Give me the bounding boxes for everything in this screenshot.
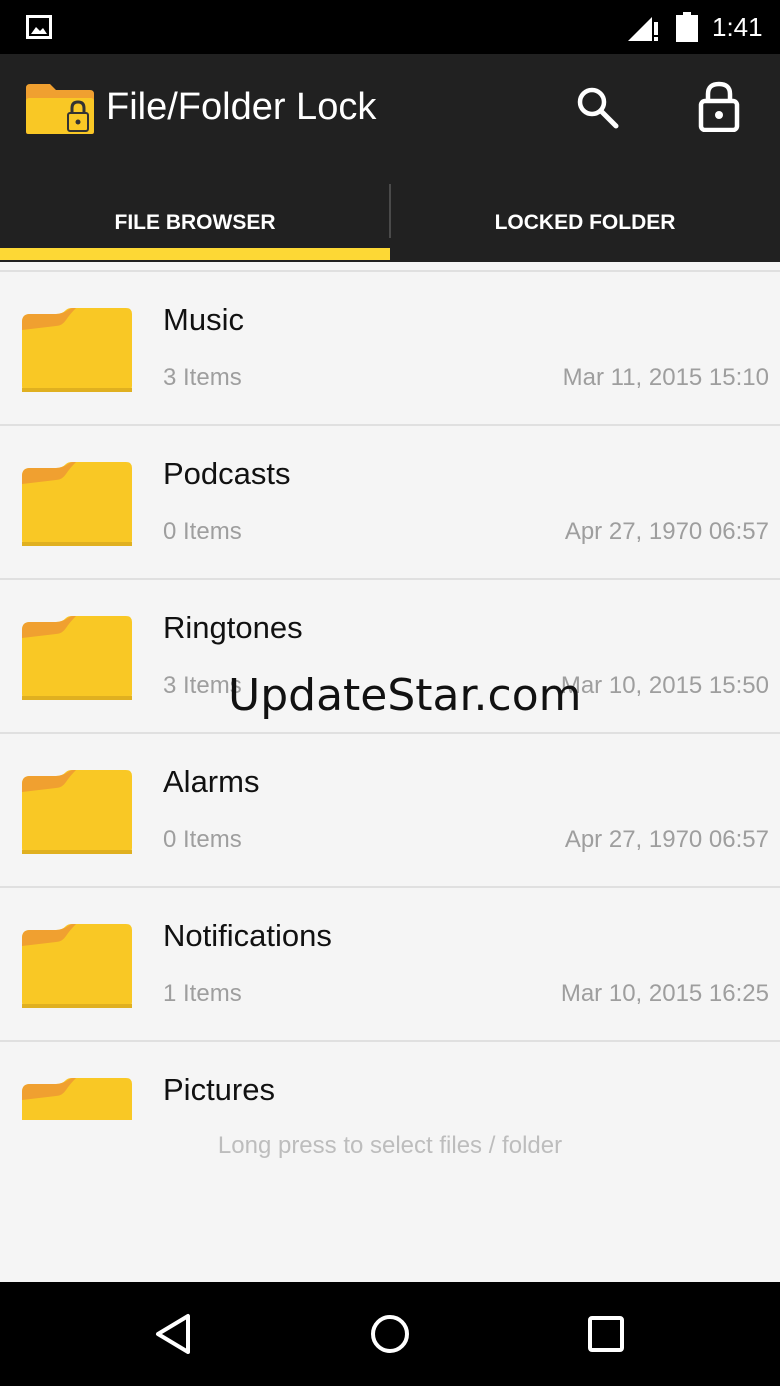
list-item[interactable]: Alarms 0 Items Apr 27, 1970 06:57 (0, 734, 780, 888)
folder-name: Pictures (163, 1072, 275, 1107)
folder-name: Podcasts (163, 456, 291, 491)
app-title: File/Folder Lock (106, 86, 377, 128)
folder-name: Ringtones (163, 610, 303, 645)
app-logo-folder-lock-icon (26, 84, 94, 134)
back-icon[interactable] (150, 1310, 198, 1358)
watermark: UpdateStar.com (228, 670, 582, 721)
item-count: 0 Items (163, 518, 242, 545)
item-count: 3 Items (163, 364, 242, 391)
folder-icon (22, 462, 132, 546)
clock: 1:41 (712, 12, 763, 42)
folder-icon (22, 1078, 132, 1120)
item-count: 1 Items (163, 980, 242, 1007)
modified-date: Apr 27, 1970 06:57 (564, 826, 769, 853)
navigation-bar (0, 1282, 780, 1386)
list-item[interactable]: Notifications 1 Items Mar 10, 2015 16:25 (0, 888, 780, 1042)
folder-icon (22, 616, 132, 700)
app-bar: File/Folder Lock FILE BROWSER LOCKED FOL… (0, 54, 780, 262)
tab-locked-folder[interactable]: LOCKED FOLDER (390, 184, 780, 262)
folder-name: Notifications (163, 918, 332, 953)
search-icon[interactable] (574, 84, 620, 130)
image-notification-icon (26, 15, 52, 39)
folder-list[interactable]: Music 3 Items Mar 11, 2015 15:10 Podcast… (0, 270, 780, 1282)
modified-date: Mar 11, 2015 15:10 (562, 364, 769, 391)
modified-date: Mar 10, 2015 15:50 (560, 672, 769, 699)
list-item[interactable]: Pictures (0, 1042, 780, 1120)
hint-text: Long press to select files / folder (217, 1132, 563, 1159)
battery-icon (676, 12, 698, 42)
tab-bar: FILE BROWSER LOCKED FOLDER (0, 184, 780, 262)
folder-icon (22, 770, 132, 854)
selected-tab-indicator (0, 248, 390, 260)
recents-icon[interactable] (582, 1310, 630, 1358)
list-item[interactable]: Music 3 Items Mar 11, 2015 15:10 (0, 272, 780, 426)
home-icon[interactable] (366, 1310, 414, 1358)
signal-icon (628, 17, 658, 41)
folder-icon (22, 308, 132, 392)
status-bar: 1:41 (0, 0, 780, 54)
lock-icon[interactable] (698, 80, 740, 132)
list-item[interactable]: Podcasts 0 Items Apr 27, 1970 06:57 (0, 426, 780, 580)
folder-name: Alarms (163, 764, 260, 799)
item-count: 0 Items (163, 826, 242, 853)
modified-date: Apr 27, 1970 06:57 (564, 518, 769, 545)
modified-date: Mar 10, 2015 16:25 (560, 980, 769, 1007)
folder-icon (22, 924, 132, 1008)
folder-name: Music (163, 302, 244, 337)
